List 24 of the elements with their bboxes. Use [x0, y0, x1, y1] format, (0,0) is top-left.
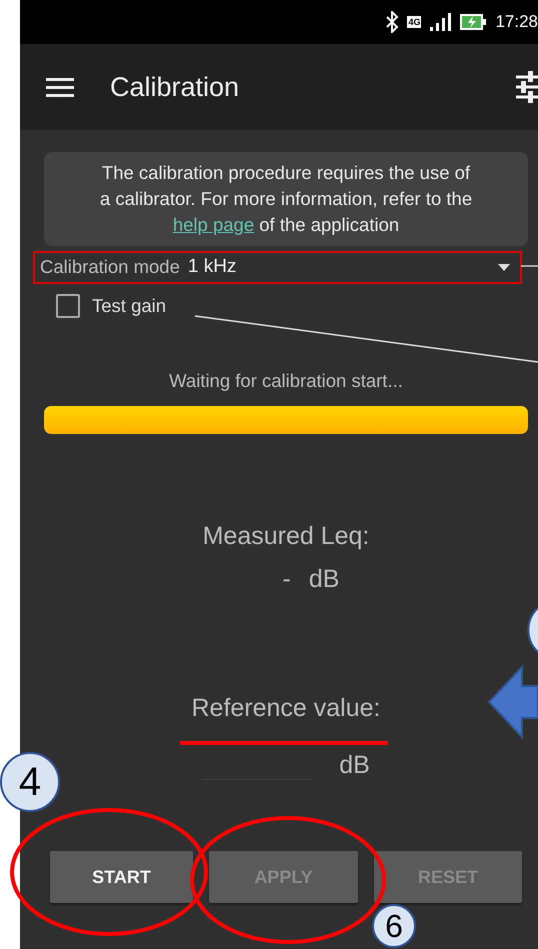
step-number-marker: 4	[0, 752, 60, 812]
menu-icon[interactable]	[46, 76, 74, 98]
bluetooth-icon	[385, 11, 400, 33]
screen-title: Calibration	[110, 72, 240, 102]
reference-unit: dB	[339, 751, 370, 780]
start-button[interactable]: START	[50, 851, 193, 903]
test-gain-label: Test gain	[92, 295, 166, 317]
calibration-mode-label: Calibration mode	[40, 256, 180, 278]
reference-value-label: Reference value:	[190, 694, 382, 723]
battery-charging-icon	[459, 13, 488, 31]
measured-value: -	[282, 565, 291, 594]
calibration-status-text: Waiting for calibration start...	[168, 370, 404, 392]
help-page-link[interactable]: help page	[172, 214, 254, 235]
info-message: The calibration procedure requires the use of a calibrator. For more information, refer to the help page of the application	[44, 152, 528, 246]
settings-sliders-icon[interactable]	[516, 71, 538, 103]
leader-line	[521, 265, 538, 267]
test-gain-checkbox[interactable]	[56, 294, 80, 318]
calibration-mode-dropdown[interactable]: 1 kHz	[188, 256, 498, 278]
dropdown-caret-icon[interactable]	[498, 264, 510, 270]
signal-icon	[429, 13, 452, 31]
network-type-badge: 4G	[407, 16, 422, 28]
measured-leq-label: Measured Leq:	[202, 522, 370, 551]
status-time: 17:28	[495, 12, 538, 32]
measured-unit: dB	[308, 565, 340, 594]
